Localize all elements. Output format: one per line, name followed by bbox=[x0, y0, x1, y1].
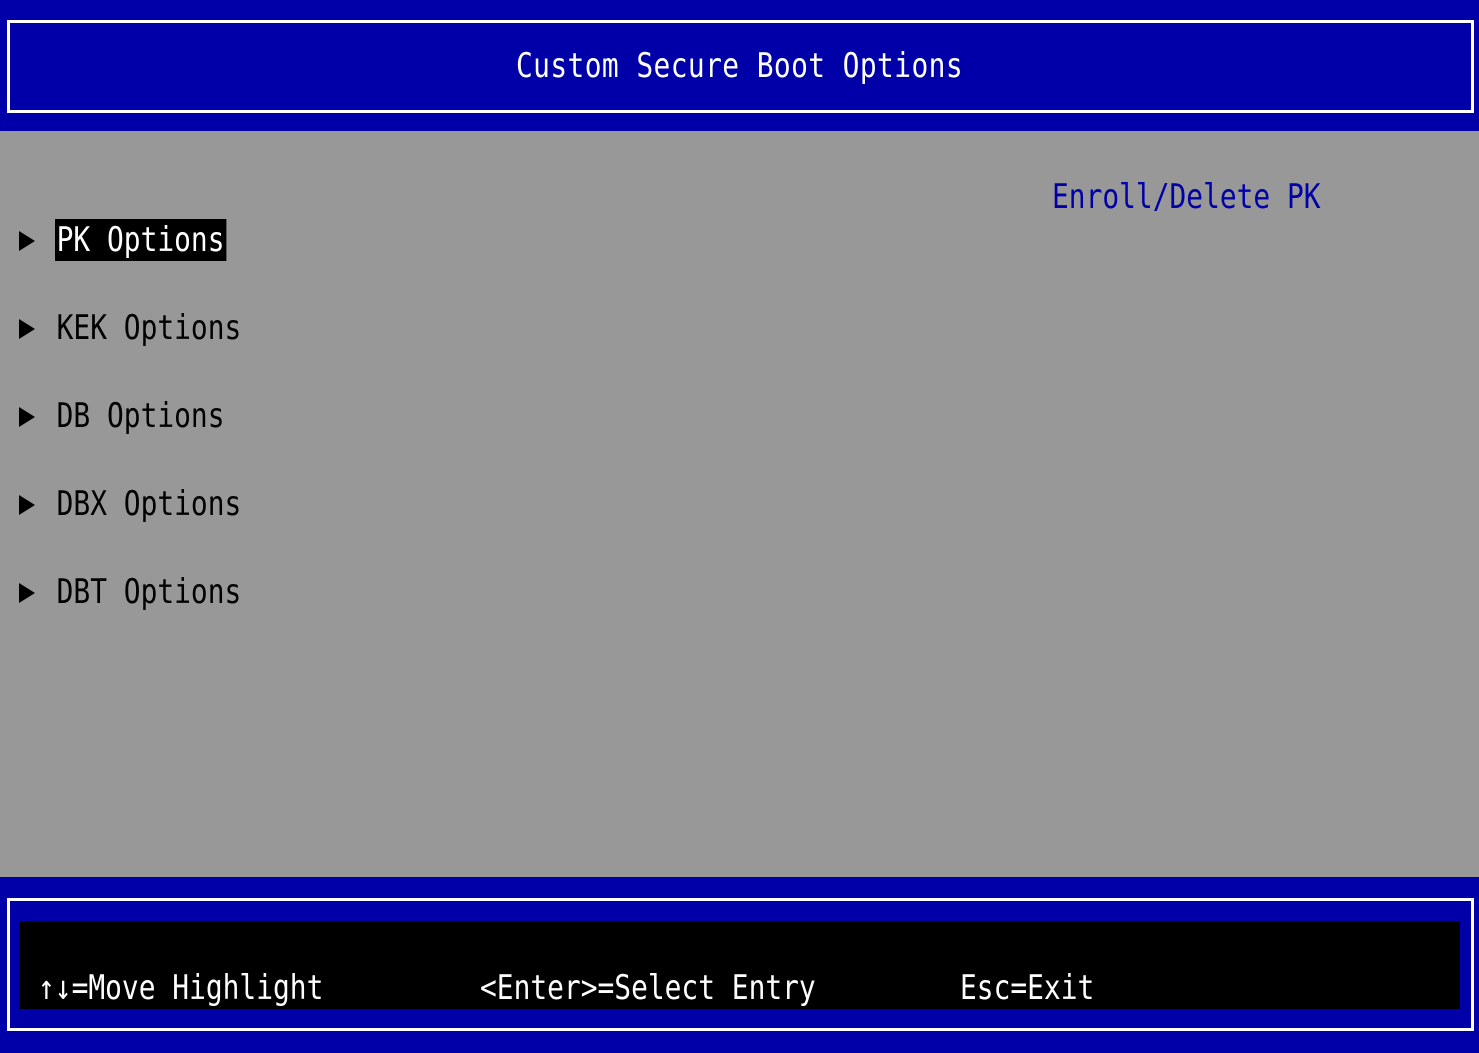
menu-item-kek-options[interactable]: KEK Options bbox=[0, 307, 600, 351]
help-text: Enroll/Delete PK bbox=[1052, 177, 1321, 217]
move-highlight-hint: ↑↓=Move Highlight bbox=[38, 968, 324, 1008]
header-bar: Custom Secure Boot Options bbox=[0, 0, 1479, 131]
page-title: Custom Secure Boot Options bbox=[515, 46, 964, 86]
menu-item-label: DB Options bbox=[56, 396, 225, 436]
select-entry-hint: <Enter>=Select Entry bbox=[480, 968, 816, 1008]
main-panel: PK Options KEK Options DB Options DBX Op… bbox=[0, 131, 1479, 877]
submenu-arrow-icon bbox=[19, 495, 35, 515]
menu-item-dbx-options[interactable]: DBX Options bbox=[0, 483, 600, 527]
menu-item-label: PK Options bbox=[55, 219, 227, 261]
submenu-arrow-icon bbox=[19, 319, 35, 339]
menu-item-label: DBX Options bbox=[56, 484, 242, 524]
submenu-arrow-icon bbox=[19, 407, 35, 427]
menu-item-dbt-options[interactable]: DBT Options bbox=[0, 571, 600, 615]
menu-item-db-options[interactable]: DB Options bbox=[0, 395, 600, 439]
footer-bar: ↑↓=Move Highlight <Enter>=Select Entry E… bbox=[0, 877, 1479, 1053]
submenu-arrow-icon bbox=[19, 583, 35, 603]
menu-item-pk-options[interactable]: PK Options bbox=[0, 219, 600, 263]
menu-item-label: DBT Options bbox=[56, 572, 242, 612]
submenu-arrow-icon bbox=[19, 231, 35, 251]
exit-hint: Esc=Exit bbox=[960, 968, 1095, 1008]
menu-item-label: KEK Options bbox=[56, 308, 242, 348]
